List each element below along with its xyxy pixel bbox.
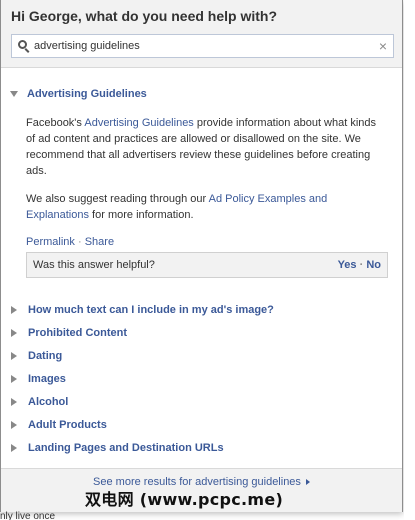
search-icon [18,40,27,49]
result-advertising-guidelines[interactable]: Advertising Guidelines [10,87,388,101]
help-search-box[interactable]: × [11,34,394,58]
answer-paragraph-2: We also suggest reading through our Ad P… [26,191,388,223]
faq-title[interactable]: Adult Products [28,419,107,431]
result-title[interactable]: Advertising Guidelines [27,88,147,100]
help-search-input[interactable] [34,35,364,57]
faq-title[interactable]: Alcohol [28,396,68,408]
triangle-right-icon [305,479,310,486]
triangle-right-icon [11,374,17,383]
answer-text: Facebook's [26,117,85,129]
helpful-options: Yes · No [338,259,381,271]
faq-title[interactable]: Images [28,373,66,385]
share-link[interactable]: Share [85,236,114,248]
triangle-right-icon [11,397,17,406]
watermark: 双电网 (www.pcpc.me) [85,490,284,509]
faq-item[interactable]: Prohibited Content [10,321,388,344]
triangle-right-icon [11,420,17,429]
triangle-right-icon [11,443,17,452]
help-dropdown-panel: Hi George, what do you need help with? ×… [0,0,403,512]
answer-text: We also suggest reading through our [26,193,209,205]
help-greeting: Hi George, what do you need help with? [11,8,278,24]
advertising-guidelines-link[interactable]: Advertising Guidelines [84,117,193,129]
faq-item[interactable]: Dating [10,344,388,367]
faq-item[interactable]: Adult Products [10,413,388,436]
answer-paragraph-1: Facebook's Advertising Guidelines provid… [26,115,388,179]
triangle-right-icon [11,328,17,337]
no-button[interactable]: No [366,259,381,271]
separator-dot: · [359,259,364,271]
helpful-question: Was this answer helpful? [33,259,155,271]
help-header: Hi George, what do you need help with? × [1,0,402,68]
answer-actions: Permalink · Share [10,235,388,249]
clear-search-icon[interactable]: × [379,38,387,54]
faq-title[interactable]: Landing Pages and Destination URLs [28,442,224,454]
permalink-link[interactable]: Permalink [26,236,75,248]
faq-item[interactable]: Images [10,367,388,390]
faq-item[interactable]: Landing Pages and Destination URLs [10,436,388,459]
help-results: Advertising Guidelines Facebook's Advert… [1,87,402,459]
faq-item[interactable]: Alcohol [10,390,388,413]
triangle-right-icon [11,305,17,314]
answer-text: for more information. [89,209,194,221]
right-edge [404,0,415,520]
triangle-right-icon [11,351,17,360]
separator-dot: · [77,236,82,248]
background-peek-text: nly live once [0,511,56,520]
faq-title[interactable]: Dating [28,350,62,362]
yes-button[interactable]: Yes [338,259,357,271]
helpful-feedback-bar: Was this answer helpful? Yes · No [26,252,388,278]
answer-body: Facebook's Advertising Guidelines provid… [10,115,388,223]
faq-title[interactable]: How much text can I include in my ad's i… [28,304,274,316]
faq-title[interactable]: Prohibited Content [28,327,127,339]
faq-item[interactable]: How much text can I include in my ad's i… [10,298,388,321]
faq-list: How much text can I include in my ad's i… [10,298,388,459]
triangle-down-icon [10,91,18,97]
